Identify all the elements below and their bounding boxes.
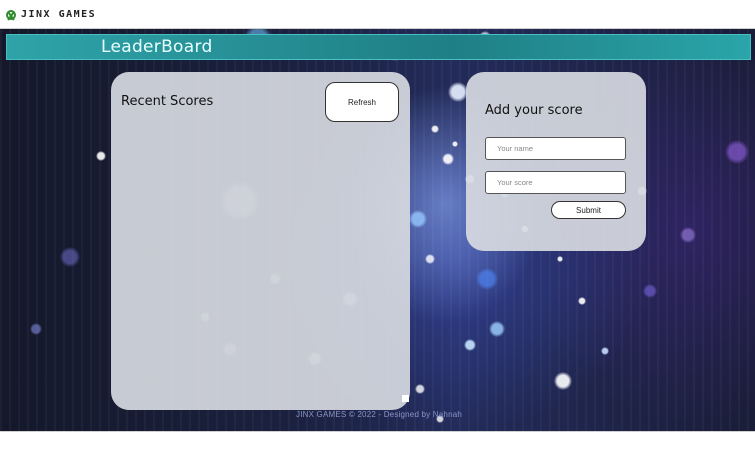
- brand[interactable]: JINX GAMES: [6, 9, 96, 20]
- page-title: LeaderBoard: [101, 37, 213, 57]
- bokeh-dot: [557, 256, 563, 262]
- bokeh-dot: [448, 82, 468, 102]
- bokeh-dot: [489, 321, 505, 337]
- add-score-title: Add your score: [485, 103, 583, 118]
- background-stage: LeaderBoard Recent Scores Refresh Add yo…: [0, 29, 755, 431]
- bokeh-dot: [578, 297, 586, 305]
- corner-marker: [402, 395, 409, 402]
- bokeh-dot: [60, 247, 80, 267]
- xbox-logo-icon: [6, 9, 16, 20]
- recent-scores-title: Recent Scores: [121, 94, 214, 109]
- bokeh-dot: [643, 284, 657, 298]
- bokeh-dot: [464, 339, 476, 351]
- bokeh-dot: [452, 141, 458, 147]
- score-input[interactable]: [485, 171, 626, 194]
- name-input[interactable]: [485, 137, 626, 160]
- bokeh-dot: [725, 140, 749, 164]
- bokeh-dot: [476, 268, 498, 290]
- recent-scores-panel: Recent Scores Refresh: [111, 72, 410, 410]
- bokeh-dot: [415, 384, 425, 394]
- bokeh-dot: [409, 210, 427, 228]
- bokeh-dot: [425, 254, 435, 264]
- bokeh-dot: [680, 227, 696, 243]
- brand-name[interactable]: JINX GAMES: [21, 9, 96, 20]
- add-score-panel: Add your score Submit: [466, 72, 646, 251]
- bokeh-dot: [442, 153, 454, 165]
- top-navbar: JINX GAMES: [0, 0, 755, 29]
- footer-text: JINX GAMES © 2022 - Designed by Nahnah: [296, 410, 463, 419]
- bokeh-dot: [96, 151, 106, 161]
- bokeh-dot: [431, 125, 439, 133]
- refresh-button[interactable]: Refresh: [325, 82, 399, 122]
- bokeh-dot: [30, 323, 42, 335]
- bokeh-dot: [601, 347, 609, 355]
- bokeh-dot: [554, 372, 572, 390]
- submit-button[interactable]: Submit: [551, 201, 626, 219]
- page-bottom-divider: [0, 431, 755, 432]
- leaderboard-banner: LeaderBoard: [6, 34, 751, 60]
